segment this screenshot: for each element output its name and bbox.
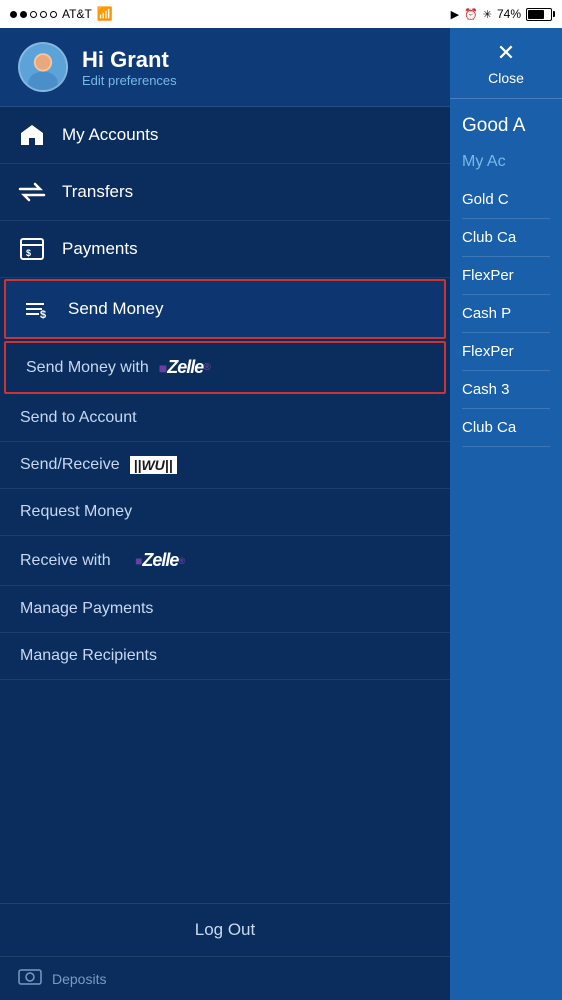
logout-button[interactable]: Log Out <box>0 903 450 956</box>
zelle-logo: ■Zelle® <box>159 357 210 378</box>
account-item-4[interactable]: FlexPer <box>462 333 550 371</box>
right-panel-content: Good A My Ac Gold C Club Ca FlexPer Cash… <box>450 99 562 1000</box>
sub-item-send-to-account[interactable]: Send to Account <box>0 395 450 442</box>
send-money-zelle-text: Send Money with <box>26 359 149 377</box>
main-container: Hi Grant Edit preferences My Accounts Tr… <box>0 28 562 1000</box>
logout-label: Log Out <box>195 920 256 939</box>
battery-icon <box>526 8 552 21</box>
sub-item-receive-zelle[interactable]: Receive with ■Zelle® <box>0 536 450 586</box>
account-item-2[interactable]: FlexPer <box>462 257 550 295</box>
header-text: Hi Grant Edit preferences <box>82 47 177 88</box>
svg-text:$: $ <box>26 248 31 258</box>
nav-item-send-money[interactable]: $ Send Money <box>4 279 446 339</box>
send-to-account-label: Send to Account <box>20 409 137 427</box>
bluetooth-icon: ✳ <box>483 8 492 21</box>
account-item-0[interactable]: Gold C <box>462 181 550 219</box>
alarm-icon: ⏰ <box>464 8 478 21</box>
manage-recipients-label: Manage Recipients <box>20 647 157 665</box>
payments-label: Payments <box>62 239 138 259</box>
account-item-3[interactable]: Cash P <box>462 295 550 333</box>
status-right: ▶ ⏰ ✳ 74% <box>451 7 552 21</box>
sub-item-request-money[interactable]: Request Money <box>0 489 450 536</box>
deposits-label: Deposits <box>52 971 106 987</box>
close-button[interactable]: ✕ <box>497 40 515 66</box>
deposits-bar[interactable]: Deposits <box>0 956 450 1000</box>
status-left: AT&T 📶 <box>10 6 113 22</box>
request-money-label: Request Money <box>20 503 132 521</box>
send-receive-label: Send/Receive <box>20 456 120 474</box>
receive-zelle-text: Receive with <box>20 552 111 570</box>
right-panel: ✕ Close Good A My Ac Gold C Club Ca Flex… <box>450 28 562 1000</box>
nav-item-my-accounts[interactable]: My Accounts <box>0 107 450 164</box>
greeting-text: Hi Grant <box>82 47 177 73</box>
right-panel-header: ✕ Close <box>450 28 562 99</box>
payments-icon: $ <box>18 235 46 263</box>
signal-dots <box>10 11 57 18</box>
account-item-5[interactable]: Cash 3 <box>462 371 550 409</box>
my-accounts-label: My Accounts <box>62 125 158 145</box>
drawer-menu: Hi Grant Edit preferences My Accounts Tr… <box>0 28 450 1000</box>
account-item-1[interactable]: Club Ca <box>462 219 550 257</box>
svg-text:$: $ <box>40 309 46 320</box>
transfers-icon <box>18 178 46 206</box>
battery-percent: 74% <box>497 7 521 21</box>
transfers-label: Transfers <box>62 182 133 202</box>
status-bar: AT&T 📶 ▶ ⏰ ✳ 74% <box>0 0 562 28</box>
send-money-label: Send Money <box>68 299 163 319</box>
sub-item-manage-recipients[interactable]: Manage Recipients <box>0 633 450 680</box>
edit-preferences-link[interactable]: Edit preferences <box>82 73 177 88</box>
close-label: Close <box>488 70 524 86</box>
sub-item-send-money-zelle[interactable]: Send Money with ■Zelle® <box>4 341 446 394</box>
carrier-label: AT&T <box>62 7 92 21</box>
my-accounts-title: My Ac <box>462 153 550 171</box>
manage-payments-label: Manage Payments <box>20 600 153 618</box>
deposits-icon <box>18 967 42 990</box>
zelle-logo-receive: ■Zelle® <box>135 550 184 571</box>
house-icon <box>18 121 46 149</box>
drawer-header[interactable]: Hi Grant Edit preferences <box>0 28 450 107</box>
right-greeting: Good A <box>462 115 550 137</box>
avatar <box>18 42 68 92</box>
wifi-icon: 📶 <box>97 6 113 22</box>
nav-item-payments[interactable]: $ Payments <box>0 221 450 278</box>
wu-logo: ||WU|| <box>130 456 177 474</box>
nav-item-transfers[interactable]: Transfers <box>0 164 450 221</box>
battery-fill <box>528 10 544 19</box>
sub-item-manage-payments[interactable]: Manage Payments <box>0 586 450 633</box>
send-money-icon: $ <box>24 295 52 323</box>
account-item-6[interactable]: Club Ca <box>462 409 550 447</box>
sub-item-send-receive-wu[interactable]: Send/Receive ||WU|| <box>0 442 450 489</box>
location-icon: ▶ <box>451 8 459 21</box>
